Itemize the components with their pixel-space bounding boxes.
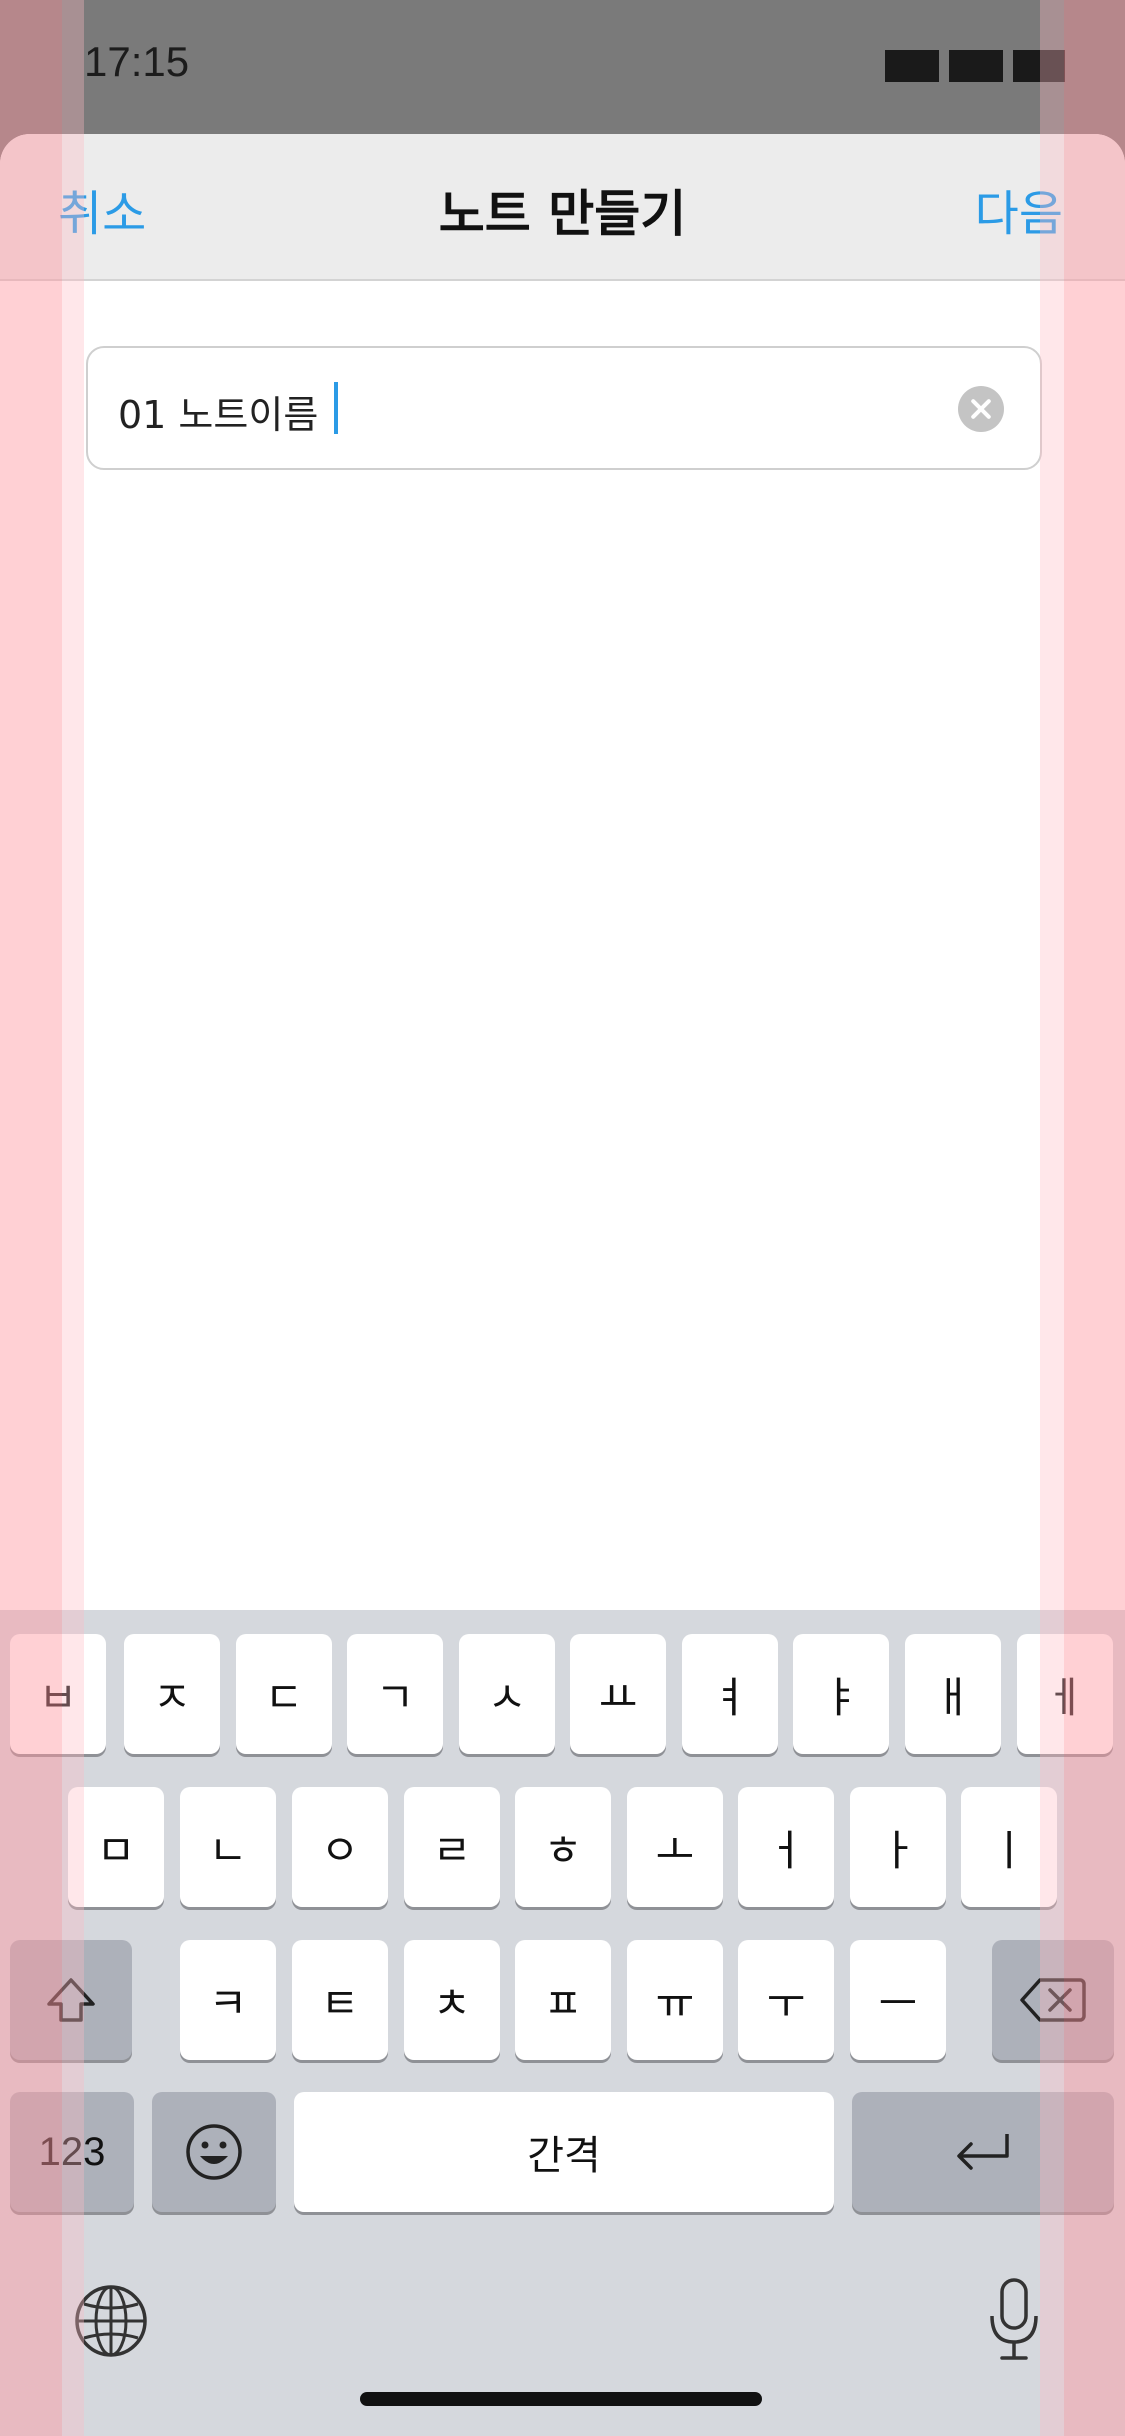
home-indicator (360, 2392, 762, 2406)
backspace-key[interactable] (992, 1940, 1114, 2060)
numbers-key[interactable]: 123 (10, 2092, 134, 2212)
shift-key[interactable] (10, 1940, 132, 2060)
battery-icon (1013, 50, 1065, 82)
key-row1-3[interactable]: ㄷ (236, 1634, 332, 1754)
wifi-icon (949, 50, 1003, 82)
key-row2-9[interactable]: ㅣ (961, 1787, 1057, 1907)
key-row1-2[interactable]: ㅈ (124, 1634, 220, 1754)
key-row1-5[interactable]: ㅅ (459, 1634, 555, 1754)
signal-icon (885, 50, 939, 82)
key-row1-10[interactable]: ㅔ (1017, 1634, 1113, 1754)
status-time: 17:15 (84, 38, 190, 85)
note-name-input[interactable]: 01 노트이름 (86, 346, 1042, 470)
key-row2-5[interactable]: ㅎ (515, 1787, 611, 1907)
key-row3-3[interactable]: ㅊ (404, 1940, 500, 2060)
text-cursor (334, 382, 338, 434)
emoji-icon (186, 2124, 242, 2180)
key-row2-6[interactable]: ㅗ (627, 1787, 723, 1907)
status-icons (885, 50, 1065, 82)
backspace-icon (1020, 1978, 1086, 2022)
key-row3-4[interactable]: ㅍ (515, 1940, 611, 2060)
emoji-key[interactable] (152, 2092, 276, 2212)
key-row3-1[interactable]: ㅋ (180, 1940, 276, 2060)
key-row2-2[interactable]: ㄴ (180, 1787, 276, 1907)
shift-icon (47, 1978, 95, 2022)
key-row1-7[interactable]: ㅕ (682, 1634, 778, 1754)
key-row2-4[interactable]: ㄹ (404, 1787, 500, 1907)
nav-bar: 취소 노트 만들기 다음 (0, 134, 1125, 281)
return-key[interactable] (852, 2092, 1114, 2212)
note-name-value: 01 노트이름 (118, 393, 319, 437)
key-row3-2[interactable]: ㅌ (292, 1940, 388, 2060)
key-row3-5[interactable]: ㅠ (627, 1940, 723, 2060)
clear-icon[interactable] (958, 386, 1004, 432)
return-icon (957, 2134, 1009, 2170)
key-row2-8[interactable]: ㅏ (850, 1787, 946, 1907)
key-row1-6[interactable]: ㅛ (570, 1634, 666, 1754)
status-bar: 17:15 (0, 0, 1125, 130)
key-row2-3[interactable]: ㅇ (292, 1787, 388, 1907)
key-row3-6[interactable]: ㅜ (738, 1940, 834, 2060)
key-row1-4[interactable]: ㄱ (347, 1634, 443, 1754)
key-row3-7[interactable]: ㅡ (850, 1940, 946, 2060)
key-row1-9[interactable]: ㅐ (905, 1634, 1001, 1754)
globe-icon (75, 2285, 147, 2357)
space-key[interactable]: 간격 (294, 2092, 834, 2212)
page-title: 노트 만들기 (438, 185, 687, 243)
key-row1-1[interactable]: ㅂ (10, 1634, 106, 1754)
dictation-button[interactable] (984, 2276, 1044, 2364)
key-row2-7[interactable]: ㅓ (738, 1787, 834, 1907)
key-row2-1[interactable]: ㅁ (68, 1787, 164, 1907)
microphone-icon (990, 2278, 1038, 2360)
next-button[interactable]: 다음 (975, 174, 1063, 244)
globe-button[interactable] (72, 2282, 150, 2360)
key-row1-8[interactable]: ㅑ (793, 1634, 889, 1754)
